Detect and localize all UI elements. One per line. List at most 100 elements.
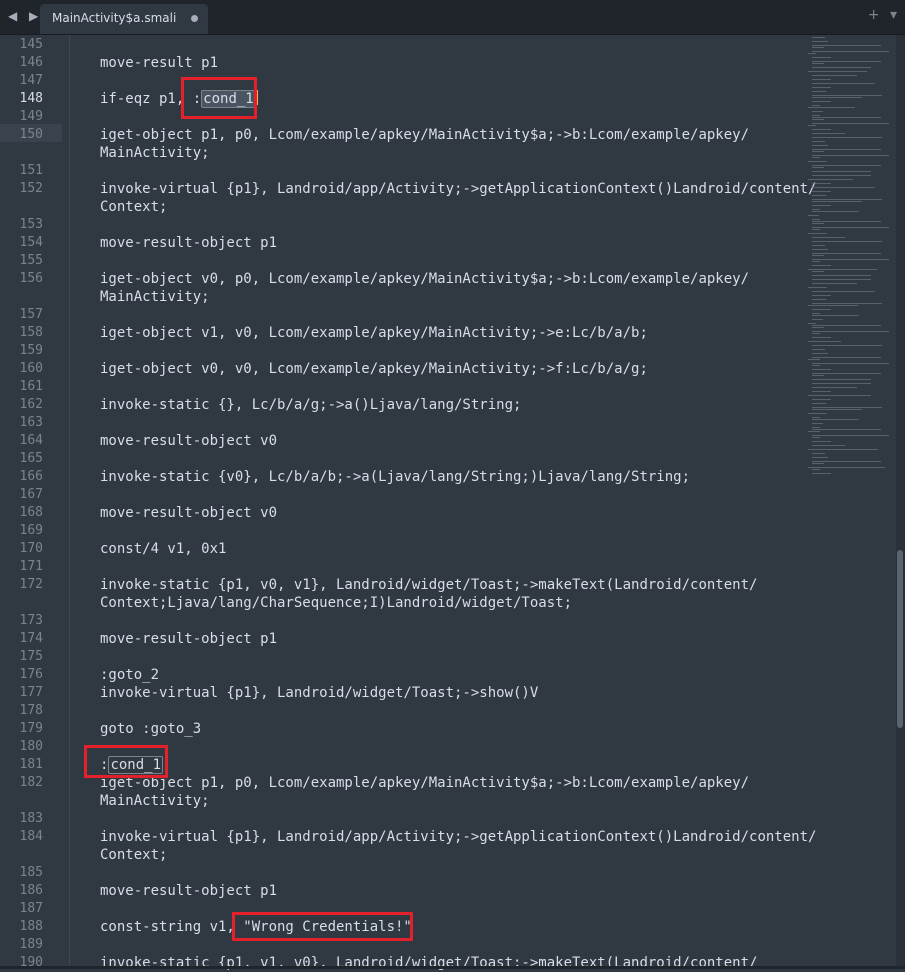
line-number: 187 (19, 901, 43, 916)
line-number: 145 (19, 37, 43, 52)
minimap-line (812, 461, 882, 462)
minimap-line (812, 327, 824, 328)
minimap-line (812, 403, 826, 404)
minimap-line (812, 167, 824, 168)
minimap-line (812, 349, 825, 350)
minimap-line (812, 219, 820, 220)
code-line[interactable]: iget-object v0, p0, Lcom/example/apkey/M… (100, 270, 749, 288)
minimap-line (812, 387, 857, 388)
code-editor[interactable]: move-result p1 if-eqz p1, : cond_1 iget-obj… (100, 35, 820, 972)
minimap-line (812, 137, 883, 138)
code-line[interactable]: Context; (100, 198, 167, 216)
code-line[interactable]: invoke-virtual {p1}, Landroid/app/Activi… (100, 180, 816, 198)
unsaved-dot-icon[interactable] (191, 15, 198, 22)
new-tab-plus-icon[interactable]: + (868, 7, 880, 23)
code-line[interactable]: move-result-object p1 (100, 882, 277, 900)
code-line[interactable]: iget-object p1, p0, Lcom/example/apkey/M… (100, 126, 749, 144)
minimap-line (812, 61, 882, 62)
minimap-line (808, 53, 816, 54)
minimap-line (812, 457, 829, 458)
code-line[interactable]: invoke-static {v0}, Lc/b/a/b;->a(Ljava/l… (100, 468, 690, 486)
minimap-line (812, 453, 825, 454)
line-number: 170 (19, 541, 43, 556)
code-line[interactable]: MainActivity; (100, 792, 210, 810)
minimap-line (812, 261, 820, 262)
code-line[interactable]: invoke-virtual {p1}, Landroid/widget/Toa… (100, 684, 538, 702)
minimap-line (812, 437, 820, 438)
code-line[interactable]: MainActivity; (100, 288, 210, 306)
line-number: 188 (19, 919, 43, 934)
minimap-line (812, 45, 882, 46)
minimap-line (812, 313, 820, 314)
code-line[interactable]: invoke-virtual {p1}, Landroid/app/Activi… (100, 828, 816, 846)
minimap-line (812, 275, 871, 276)
minimap-line (812, 145, 829, 146)
minimap-line (812, 117, 882, 118)
code-line[interactable]: move-result-object p1 (100, 630, 277, 648)
minimap-line (812, 379, 871, 380)
minimap-line (812, 319, 823, 320)
minimap-line (812, 365, 820, 366)
minimap-line (808, 413, 827, 414)
code-line[interactable]: Context; (100, 846, 167, 864)
minimap-line (812, 283, 857, 284)
minimap-line (812, 183, 831, 184)
line-number: 146 (19, 55, 43, 70)
vertical-scrollbar-thumb[interactable] (897, 550, 903, 728)
minimap-line (812, 205, 831, 206)
tab-controls: + ▾ (862, 7, 897, 23)
code-line[interactable]: move-result p1 (100, 54, 218, 72)
code-line[interactable]: iget-object p1, p0, Lcom/example/apkey/M… (100, 774, 749, 792)
line-number: 166 (19, 469, 43, 484)
minimap-line (812, 115, 820, 116)
line-number: 149 (19, 109, 43, 124)
minimap-line (812, 75, 857, 76)
minimap-line (812, 315, 859, 316)
line-number: 184 (19, 829, 43, 844)
tab-menu-chevron-down-icon[interactable]: ▾ (890, 7, 897, 23)
code-line[interactable]: move-result-object v0 (100, 432, 277, 450)
minimap-line (808, 449, 879, 450)
line-number: 176 (19, 667, 43, 682)
minimap-line (812, 101, 831, 102)
code-line[interactable]: invoke-static {}, Lc/b/a/g;->a()Ljava/la… (100, 396, 521, 414)
minimap-line (812, 473, 831, 474)
minimap-line (812, 95, 883, 96)
code-line[interactable]: move-result-object p1 (100, 234, 277, 252)
minimap-line (812, 309, 831, 310)
code-line[interactable]: MainActivity; (100, 144, 210, 162)
minimap-line (812, 133, 846, 134)
minimap-line (808, 125, 816, 126)
code-line[interactable]: :goto_2 (100, 666, 159, 684)
tab-mainactivity-smali[interactable]: MainActivity$a.smali (40, 4, 208, 34)
code-line[interactable]: Context;Ljava/lang/CharSequence;I)Landro… (100, 594, 572, 612)
minimap-line (812, 97, 863, 98)
code-line[interactable]: iget-object v1, v0, Lcom/example/apkey/M… (100, 324, 648, 342)
code-line[interactable]: iget-object v0, v0, Lcom/example/apkey/M… (100, 360, 648, 378)
code-line[interactable]: const/4 v1, 0x1 (100, 540, 226, 558)
minimap-line (812, 119, 824, 120)
code-line[interactable]: invoke-static {p1, v0, v1}, Landroid/wid… (100, 576, 757, 594)
code-line[interactable]: invoke-static {p1, v1, v0}, Landroid/wid… (100, 954, 757, 972)
highlight-box-cond1-branch (181, 77, 257, 119)
minimap-line (812, 171, 871, 172)
minimap-line (812, 209, 820, 210)
line-number: 169 (19, 523, 43, 538)
code-line[interactable]: move-result-object v0 (100, 504, 277, 522)
tab-nav-arrows-icon[interactable]: ◀ ▶ (8, 9, 42, 23)
line-number: 161 (19, 379, 43, 394)
minimap-line (812, 165, 882, 166)
minimap-line (812, 87, 831, 88)
minimap-line (812, 67, 871, 68)
line-number: 171 (19, 559, 43, 574)
minimap-line (812, 353, 829, 354)
minimap-line (808, 395, 871, 396)
vertical-scrollbar-track[interactable] (896, 35, 905, 969)
code-line[interactable]: goto :goto_3 (100, 720, 201, 738)
minimap-line (812, 105, 820, 106)
minimap-line (812, 223, 824, 224)
minimap-line (808, 269, 878, 270)
line-number: 148 (19, 91, 43, 106)
minimap-line (812, 141, 825, 142)
minimap[interactable] (808, 35, 896, 485)
